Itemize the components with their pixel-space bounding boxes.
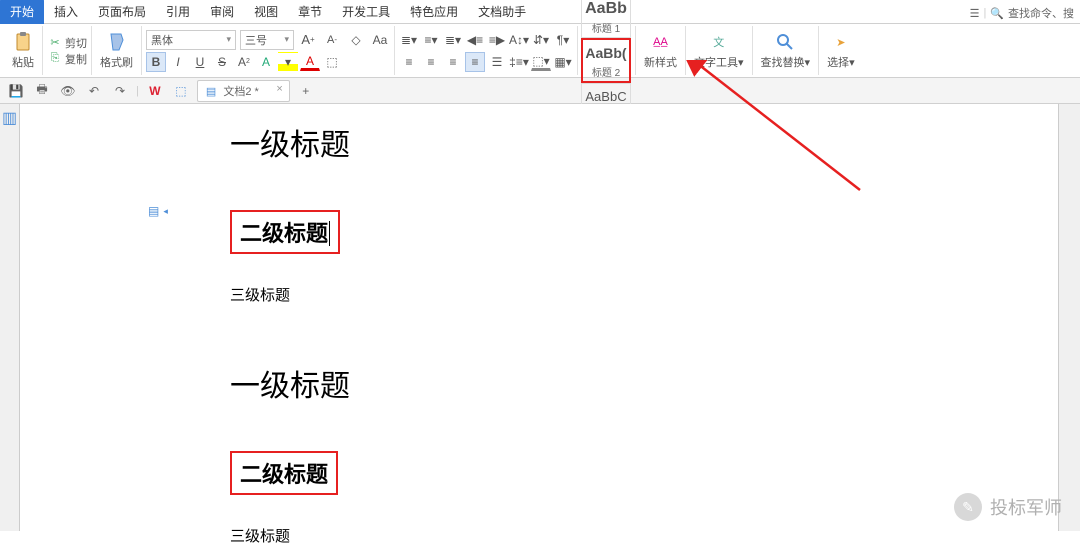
cube-icon[interactable]: ⬚ [171, 81, 191, 101]
menu-tab-dev[interactable]: 开发工具 [332, 0, 400, 24]
left-gutter: ▥ [0, 104, 20, 531]
format-painter-button[interactable]: 格式刷 [96, 29, 137, 72]
paste-label: 粘贴 [12, 54, 34, 70]
char-shading-button[interactable]: ⬚ [322, 52, 342, 72]
find-replace-button[interactable]: 查找替换▾ [757, 29, 815, 72]
right-gutter [1058, 104, 1080, 531]
search-commands-placeholder[interactable]: 查找命令、搜 [1008, 5, 1074, 21]
borders-button[interactable]: ▦▾ [553, 52, 573, 72]
phonetic-button[interactable]: A↕▾ [509, 30, 529, 50]
shading-button[interactable]: ⬚▾ [531, 53, 551, 71]
select-button[interactable]: ➤ 选择▾ [823, 29, 859, 72]
paste-button[interactable]: 粘贴 [8, 29, 38, 72]
document-page[interactable]: ▤ ◂ 一级标题 二级标题 三级标题 一级标题 二级标题 三级标题 [20, 104, 1058, 531]
preview-button[interactable]: 👁 [58, 81, 78, 101]
new-tab-button[interactable]: + [296, 81, 316, 101]
doc-icon: ▤ [206, 86, 216, 98]
strike-button[interactable]: S [212, 52, 232, 72]
menu-tab-layout[interactable]: 页面布局 [88, 0, 156, 24]
change-case-button[interactable]: Aa [370, 30, 390, 50]
increase-indent-button[interactable]: ≡▶ [487, 30, 507, 50]
font-size-select[interactable]: 三号 [240, 30, 294, 50]
distribute-button[interactable]: ☰ [487, 52, 507, 72]
watermark-text: 投标军师 [990, 494, 1062, 520]
wps-icon[interactable]: W [145, 81, 165, 101]
decrease-indent-button[interactable]: ◀≡ [465, 30, 485, 50]
undo-button[interactable]: ↶ [84, 81, 104, 101]
quick-access-bar: 💾 🖶 👁 ↶ ↷ | W ⬚ ▤ 文档2 * × + ☰ | 🔍 查找命令、搜 [0, 78, 1080, 104]
watermark: ✎ 投标军师 [954, 493, 1062, 521]
menu-tab-featured[interactable]: 特色应用 [400, 0, 468, 24]
search-icon [774, 31, 796, 53]
bullet-list-button[interactable]: ≣▾ [399, 30, 419, 50]
number-list-button[interactable]: ≡▾ [421, 30, 441, 50]
heading1-text-2[interactable]: 一级标题 [230, 361, 1058, 405]
paragraph-settings-icon[interactable]: ▤ ◂ [148, 204, 168, 218]
align-justify-button[interactable]: ≡ [465, 52, 485, 72]
watermark-icon: ✎ [954, 493, 982, 521]
redo-button[interactable]: ↷ [110, 81, 130, 101]
align-center-button[interactable]: ≡ [421, 52, 441, 72]
menu-tab-doc-helper[interactable]: 文档助手 [468, 0, 536, 24]
clear-format-button[interactable]: ◇ [346, 30, 366, 50]
sort-button[interactable]: ⇵▾ [531, 30, 551, 50]
new-style-icon: A̲A̲ [650, 31, 672, 53]
align-left-button[interactable]: ≡ [399, 52, 419, 72]
show-marks-button[interactable]: ¶▾ [553, 30, 573, 50]
highlight-button[interactable]: ▾ [278, 52, 298, 72]
heading2-text-2[interactable]: 二级标题 [240, 462, 328, 487]
close-tab-button[interactable]: × [276, 83, 282, 95]
increase-font-button[interactable]: A+ [298, 30, 318, 50]
workspace: ▥ ▤ ◂ 一级标题 二级标题 三级标题 一级标题 二级标题 三级标题 [0, 104, 1080, 531]
print-button[interactable]: 🖶 [32, 81, 52, 101]
font-color-button[interactable]: A [300, 53, 320, 71]
heading2-text[interactable]: 二级标题 [240, 221, 330, 246]
decrease-font-button[interactable]: A- [322, 30, 342, 50]
text-effects-button[interactable]: A [256, 52, 276, 72]
menu-tab-view[interactable]: 视图 [244, 0, 288, 24]
new-style-button[interactable]: A̲A̲ 新样式 [640, 29, 681, 72]
copy-icon: ⎘ [47, 51, 63, 67]
heading2-highlight: 二级标题 [230, 210, 340, 254]
menu-bar: 开始 插入 页面布局 引用 审阅 视图 章节 开发工具 特色应用 文档助手 [0, 0, 1080, 24]
line-spacing-button[interactable]: ‡≡▾ [509, 52, 529, 72]
document-tab[interactable]: ▤ 文档2 * × [197, 80, 290, 102]
superscript-button[interactable]: A2 [234, 52, 254, 72]
ribbon: 粘贴 ✂剪切 ⎘复制 格式刷 黑体 三号 A+ A- ◇ Aa B I U S … [0, 24, 1080, 78]
text-tool-icon: 文 [708, 31, 730, 53]
copy-button[interactable]: ⎘复制 [47, 51, 87, 67]
collapse-ribbon-icon[interactable]: ☰ [970, 7, 980, 20]
menu-tab-chapter[interactable]: 章节 [288, 0, 332, 24]
align-right-button[interactable]: ≡ [443, 52, 463, 72]
heading2-highlight-2: 二级标题 [230, 451, 338, 495]
nav-pane-icon[interactable]: ▥ [2, 108, 17, 128]
heading3-text[interactable]: 三级标题 [230, 284, 1058, 305]
font-family-select[interactable]: 黑体 [146, 30, 236, 50]
italic-button[interactable]: I [168, 52, 188, 72]
scissors-icon: ✂ [47, 35, 63, 51]
menu-tab-home[interactable]: 开始 [0, 0, 44, 24]
multilevel-list-button[interactable]: ≣▾ [443, 30, 463, 50]
text-tool-button[interactable]: 文 文字工具▾ [690, 29, 748, 72]
style-heading1[interactable]: AaBb标题 1 [581, 0, 631, 38]
search-commands-icon: 🔍 [990, 7, 1004, 20]
pointer-icon: ➤ [830, 31, 852, 53]
styles-gallery: AaBbCcDd正文 AaBb标题 1 AaBb(标题 2 AaBbC标题 3 … [578, 26, 636, 75]
cut-button[interactable]: ✂剪切 [47, 35, 87, 51]
bold-button[interactable]: B [146, 52, 166, 72]
format-painter-label: 格式刷 [100, 54, 133, 70]
style-heading2[interactable]: AaBb(标题 2 [581, 38, 631, 83]
menu-tab-references[interactable]: 引用 [156, 0, 200, 24]
menu-tab-insert[interactable]: 插入 [44, 0, 88, 24]
heading1-text[interactable]: 一级标题 [230, 120, 1058, 164]
save-button[interactable]: 💾 [6, 81, 26, 101]
heading3-text-2[interactable]: 三级标题 [230, 525, 1058, 546]
menu-tab-review[interactable]: 审阅 [200, 0, 244, 24]
underline-button[interactable]: U [190, 52, 210, 72]
